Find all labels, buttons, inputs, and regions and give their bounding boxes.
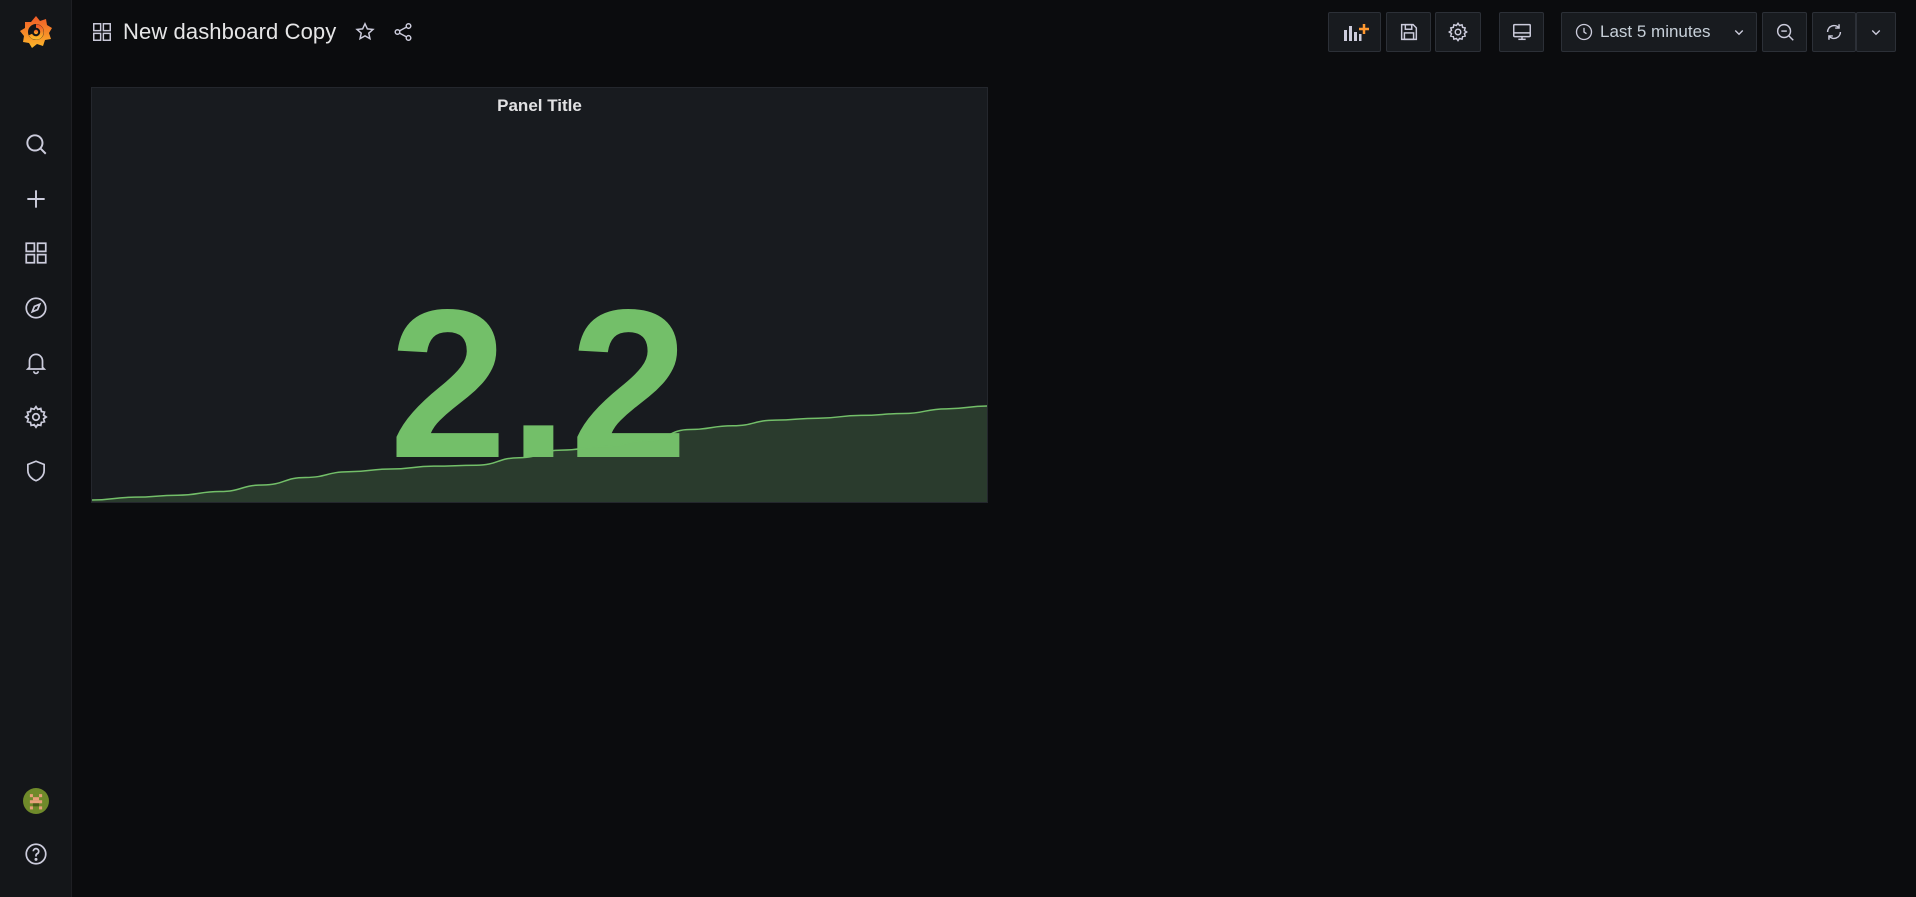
stat-panel[interactable]: Panel Title 2.2	[91, 87, 988, 503]
dashboard-grid-icon	[93, 23, 111, 41]
monitor-icon	[1512, 23, 1531, 41]
dashboard-title-area: New dashboard Copy	[91, 16, 414, 48]
help-icon[interactable]	[0, 831, 71, 877]
share-icon[interactable]	[392, 21, 414, 43]
dashboards-icon[interactable]	[0, 230, 71, 276]
chevron-down-icon	[1734, 30, 1744, 36]
sparkline-chart	[92, 405, 987, 502]
time-range-label: Last 5 minutes	[1600, 22, 1711, 41]
star-icon[interactable]	[354, 21, 376, 43]
configuration-icon[interactable]	[0, 394, 71, 440]
alerting-icon[interactable]	[0, 339, 71, 385]
tv-mode-button[interactable]	[1499, 12, 1544, 52]
add-panel-icon	[1343, 24, 1369, 41]
panel-title[interactable]: Panel Title	[92, 96, 987, 116]
explore-icon[interactable]	[0, 285, 71, 331]
dashboard-title[interactable]: New dashboard Copy	[123, 19, 336, 45]
chevron-down-icon	[1871, 30, 1881, 36]
add-panel-button[interactable]	[1328, 12, 1381, 52]
clock-icon	[1575, 23, 1593, 41]
zoom-out-icon	[1776, 23, 1794, 41]
time-picker-button[interactable]: Last 5 minutes	[1561, 12, 1757, 52]
zoom-out-button[interactable]	[1762, 12, 1807, 52]
shield-icon[interactable]	[0, 448, 71, 494]
refresh-button[interactable]	[1812, 12, 1856, 52]
dashboard-navbar: New dashboard Copy Last 5 minutes	[71, 0, 1916, 64]
save-icon	[1400, 23, 1417, 41]
avatar[interactable]	[0, 778, 71, 824]
grafana-logo[interactable]	[0, 9, 71, 55]
refresh-icon	[1826, 24, 1842, 40]
search-icon[interactable]	[0, 121, 71, 167]
dashboard-settings-button[interactable]	[1435, 12, 1481, 52]
sidebar	[0, 0, 72, 897]
refresh-interval-dropdown[interactable]	[1856, 12, 1896, 52]
plus-icon[interactable]	[0, 176, 71, 222]
gear-icon	[1447, 21, 1468, 42]
save-dashboard-button[interactable]	[1386, 12, 1431, 52]
